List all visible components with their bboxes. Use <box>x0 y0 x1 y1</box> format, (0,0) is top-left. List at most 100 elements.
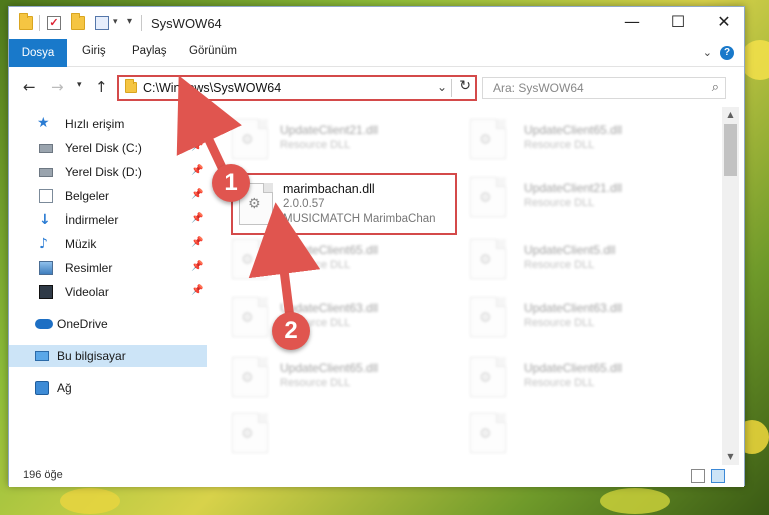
list-item[interactable]: ⚙ UpdateClient63.dll Resource DLL <box>470 297 710 347</box>
close-button[interactable]: ✕ <box>701 7 747 37</box>
sidebar-item-disk-c[interactable]: Yerel Disk (C:) 📌 <box>9 137 207 159</box>
list-item[interactable]: ⚙ UpdateClient65.dll Resource DLL <box>232 239 452 289</box>
sidebar-item-label: Yerel Disk (C:) <box>65 141 142 155</box>
sidebar-item-label: Ağ <box>57 381 72 395</box>
pin-icon[interactable]: 📌 <box>191 237 203 248</box>
star-icon: ★ <box>37 115 50 131</box>
sidebar-item-videos[interactable]: Videolar 📌 <box>9 281 207 303</box>
dll-file-icon: ⚙ <box>232 357 268 397</box>
list-item[interactable]: ⚙ UpdateClient65.dll Resource DLL <box>470 357 710 407</box>
new-folder-icon[interactable] <box>71 13 85 30</box>
sidebar-item-label: Hızlı erişim <box>65 117 125 131</box>
list-item[interactable]: ⚙ UpdateClient5.dll Resource DLL <box>470 239 710 289</box>
chevron-down-icon[interactable]: ▾ <box>113 17 118 27</box>
title-bar: ✓ ▾ ▾ SysWOW64 — ☐ ✕ <box>9 7 744 39</box>
cloud-icon <box>35 319 53 329</box>
qa-dropdown-icon[interactable]: ▾ <box>127 16 132 27</box>
sidebar-item-pictures[interactable]: Resimler 📌 <box>9 257 207 279</box>
file-name: UpdateClient65.dll <box>524 361 623 375</box>
vertical-scrollbar[interactable]: ▲ ▼ <box>722 107 739 465</box>
forward-arrow-icon[interactable]: → <box>51 78 64 96</box>
file-description: Resource DLL <box>524 139 595 151</box>
list-item[interactable]: ⚙ UpdateClient65.dll Resource DLL <box>232 357 452 407</box>
list-item[interactable]: ⚙ UpdateClient65.dll Resource DLL <box>470 119 710 169</box>
dll-file-icon: ⚙ <box>232 239 268 279</box>
sidebar-item-label: Yerel Disk (D:) <box>65 165 142 179</box>
dll-file-icon: ⚙ <box>470 177 506 217</box>
list-item[interactable]: ⚙ UpdateClient21.dll Resource DLL <box>470 177 710 227</box>
scroll-down-icon[interactable]: ▼ <box>722 449 739 465</box>
pin-icon[interactable]: 📌 <box>191 213 203 224</box>
dll-file-icon: ⚙ <box>232 413 268 453</box>
search-placeholder: Ara: SysWOW64 <box>493 81 584 95</box>
sidebar-item-onedrive[interactable]: OneDrive <box>9 313 207 335</box>
customize-toolbar-icon[interactable] <box>95 16 109 30</box>
search-icon: ⌕ <box>711 80 719 95</box>
dll-file-icon: ⚙ <box>232 297 268 337</box>
file-name: marimbachan.dll <box>283 182 375 196</box>
pin-icon[interactable]: 📌 <box>191 261 203 272</box>
download-icon: ↓ <box>39 212 51 228</box>
music-icon: ♪ <box>39 236 48 252</box>
pin-icon[interactable]: 📌 <box>191 189 203 200</box>
sidebar-item-label: OneDrive <box>57 317 108 331</box>
list-item[interactable]: ⚙ UpdateClient63.dll Resource DLL <box>232 297 452 347</box>
address-dropdown-icon[interactable]: ⌄ <box>437 80 447 94</box>
sidebar-item-downloads[interactable]: ↓ İndirmeler 📌 <box>9 209 207 231</box>
dll-file-icon: ⚙ <box>232 119 268 159</box>
scroll-thumb[interactable] <box>724 124 737 176</box>
wallpaper-flower <box>600 488 670 514</box>
sidebar-item-disk-d[interactable]: Yerel Disk (D:) 📌 <box>9 161 207 183</box>
sidebar-item-music[interactable]: ♪ Müzik 📌 <box>9 233 207 255</box>
sidebar-item-label: İndirmeler <box>65 213 119 227</box>
minimize-button[interactable]: — <box>609 7 655 37</box>
file-description: Resource DLL <box>524 317 595 329</box>
tab-share[interactable]: Paylaş <box>132 45 167 57</box>
pin-icon[interactable]: 📌 <box>191 285 203 296</box>
folder-icon <box>125 79 137 93</box>
computer-icon <box>35 351 49 361</box>
refresh-icon[interactable]: ↻ <box>459 78 471 94</box>
properties-check-icon[interactable]: ✓ <box>47 16 61 30</box>
pin-icon[interactable]: 📌 <box>191 165 203 176</box>
dll-file-icon: ⚙ <box>470 357 506 397</box>
help-icon[interactable]: ? <box>720 46 734 60</box>
documents-icon <box>39 189 53 203</box>
sidebar-item-label: Müzik <box>65 237 97 251</box>
list-item[interactable]: ⚙ <box>232 413 452 459</box>
address-path: C:\Windows\SysWOW64 <box>143 81 282 95</box>
sidebar-item-this-pc[interactable]: Bu bilgisayar <box>9 345 207 367</box>
search-box[interactable]: Ara: SysWOW64 ⌕ <box>482 77 726 99</box>
sidebar-item-documents[interactable]: Belgeler 📌 <box>9 185 207 207</box>
navigation-bar: ← → ▾ ↑ C:\Windows\SysWOW64 ⌄ ↻ Ara: Sys… <box>9 68 744 106</box>
highlighted-file-item[interactable]: ⚙ marimbachan.dll 2.0.0.57 MUSICMATCH Ma… <box>231 173 457 235</box>
scroll-up-icon[interactable]: ▲ <box>722 107 739 123</box>
pictures-icon <box>39 261 53 275</box>
list-item[interactable]: ⚙ UpdateClient21.dll Resource DLL <box>232 119 452 169</box>
tab-home[interactable]: Giriş <box>82 45 106 57</box>
tab-view[interactable]: Görünüm <box>189 45 237 57</box>
explorer-window: ✓ ▾ ▾ SysWOW64 — ☐ ✕ Dosya Giriş Paylaş … <box>8 6 745 487</box>
file-description: Resource DLL <box>280 259 351 271</box>
back-arrow-icon[interactable]: ← <box>23 78 36 96</box>
window-title: SysWOW64 <box>151 16 222 31</box>
file-version: 2.0.0.57 <box>283 198 325 210</box>
status-bar: 196 öğe <box>9 465 744 487</box>
file-description: MUSICMATCH MarimbaChan <box>283 213 436 225</box>
list-item[interactable]: ⚙ <box>470 413 710 459</box>
network-icon <box>35 381 49 395</box>
file-name: UpdateClient5.dll <box>524 243 616 257</box>
expand-ribbon-icon[interactable]: ⌄ <box>703 46 712 59</box>
recent-locations-icon[interactable]: ▾ <box>77 80 82 90</box>
up-arrow-icon[interactable]: ↑ <box>95 78 108 96</box>
sidebar-item-quick-access[interactable]: ★ Hızlı erişim <box>9 113 207 135</box>
sidebar-item-network[interactable]: Ağ <box>9 377 207 399</box>
pin-icon[interactable]: 📌 <box>191 141 203 152</box>
maximize-button[interactable]: ☐ <box>655 7 701 37</box>
large-icons-view-icon[interactable] <box>711 469 725 483</box>
wallpaper-flower <box>60 488 120 514</box>
address-bar[interactable]: C:\Windows\SysWOW64 ⌄ ↻ <box>117 75 477 101</box>
separator <box>451 79 452 97</box>
details-view-icon[interactable] <box>691 469 705 483</box>
tab-file[interactable]: Dosya <box>9 39 67 67</box>
